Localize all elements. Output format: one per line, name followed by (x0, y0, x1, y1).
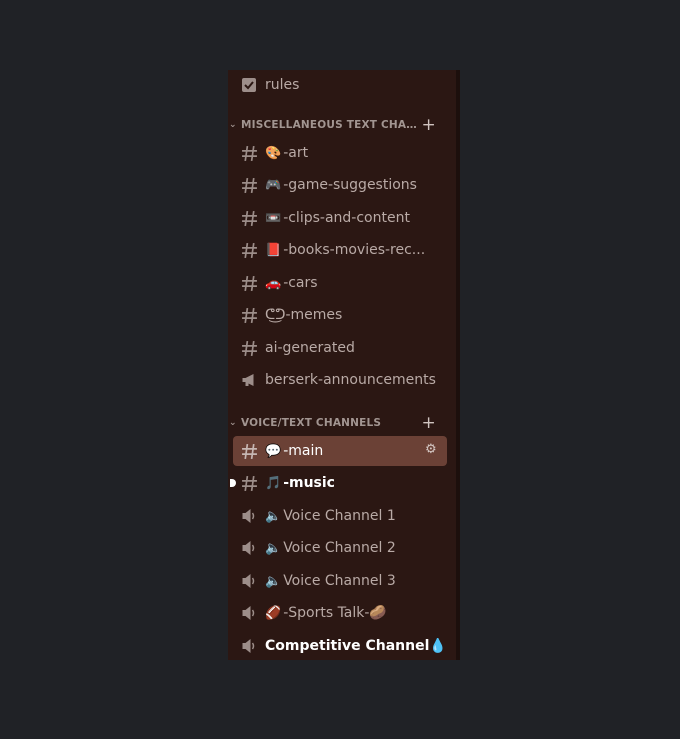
channel-label: -clips-and-content (283, 210, 410, 226)
channel-emoji: 🎨 (265, 145, 282, 161)
speaker-icon (238, 540, 260, 556)
unread-indicator (230, 479, 236, 487)
channel-rules[interactable]: rules (233, 70, 447, 100)
hashtag-icon (238, 210, 260, 227)
hashtag-icon (238, 275, 260, 292)
category-misc-text-channels[interactable]: ⌄ MISCELLANEOUS TEXT CHANN... + (228, 115, 454, 135)
channel-sidebar: rules ⌄ MISCELLANEOUS TEXT CHANN... + 🎨 … (228, 70, 460, 660)
channel-label: ᕦ͜ᕤ-memes (265, 307, 343, 323)
hashtag-icon (238, 177, 260, 194)
channel-label: -game-suggestions (283, 177, 417, 193)
category-voice-text-channels[interactable]: ⌄ VOICE/TEXT CHANNELS + (228, 413, 454, 433)
channel-emoji: 🎮 (265, 177, 282, 193)
channel-emoji: 📼 (265, 210, 282, 226)
channel-cars[interactable]: 🚗 -cars (233, 268, 447, 298)
hashtag-icon (238, 443, 260, 460)
channel-ai-generated[interactable]: ai-generated (233, 333, 447, 363)
chevron-down-icon: ⌄ (229, 120, 237, 130)
speaker-icon (238, 605, 260, 621)
hashtag-icon (238, 307, 260, 324)
channel-emoji: 🎵 (265, 475, 282, 491)
channel-main[interactable]: 💬 -main ⚙ (233, 436, 447, 466)
gear-icon[interactable]: ⚙ (425, 443, 439, 457)
speaker-icon (238, 638, 260, 654)
channel-label: -main (283, 443, 324, 459)
channel-label: Competitive Channel💧 (265, 638, 447, 654)
channel-label: berserk-announcements (265, 372, 436, 388)
channel-emoji: 🔈 (265, 540, 282, 556)
channel-voice-2[interactable]: 🔈 Voice Channel 2 (233, 533, 447, 563)
channel-label: Voice Channel 3 (283, 573, 396, 589)
channel-art[interactable]: 🎨 -art (233, 138, 447, 168)
channel-memes[interactable]: ᕦ͜ᕤ-memes (233, 300, 447, 330)
channel-label: -cars (283, 275, 318, 291)
channel-label: Voice Channel 1 (283, 508, 396, 524)
channel-label: -books-movies-rec... (283, 242, 426, 258)
channel-label: -Sports Talk-🥔 (283, 605, 387, 621)
channel-label: -art (283, 145, 309, 161)
channel-voice-3[interactable]: 🔈 Voice Channel 3 (233, 566, 447, 596)
add-channel-icon[interactable]: + (422, 115, 436, 135)
channel-books-movies-rec[interactable]: 📕 -books-movies-rec... (233, 235, 447, 265)
channel-competitive[interactable]: Competitive Channel💧 (233, 631, 447, 660)
hashtag-icon (238, 145, 260, 162)
channel-emoji: 🏈 (265, 605, 282, 621)
chevron-down-icon: ⌄ (229, 418, 237, 428)
megaphone-icon (238, 372, 260, 388)
add-channel-icon[interactable]: + (422, 413, 436, 433)
channel-emoji: 🚗 (265, 275, 282, 291)
speaker-icon (238, 508, 260, 524)
hashtag-icon (238, 475, 260, 492)
channel-emoji: 🔈 (265, 573, 282, 589)
channel-voice-1[interactable]: 🔈 Voice Channel 1 (233, 501, 447, 531)
channel-label: ai-generated (265, 340, 355, 356)
channel-emoji: 💬 (265, 443, 282, 459)
channel-sports-talk[interactable]: 🏈 -Sports Talk-🥔 (233, 598, 447, 628)
rules-checkbox-icon (238, 77, 260, 93)
channel-berserk-announcements[interactable]: berserk-announcements (233, 365, 447, 395)
hashtag-icon (238, 340, 260, 357)
category-label: MISCELLANEOUS TEXT CHANN... (241, 119, 421, 131)
channel-music[interactable]: 🎵 -music (230, 468, 447, 498)
channel-emoji: 🔈 (265, 508, 282, 524)
channel-clips-and-content[interactable]: 📼 -clips-and-content (233, 203, 447, 233)
channel-emoji: 📕 (265, 242, 282, 258)
channel-game-suggestions[interactable]: 🎮 -game-suggestions (233, 170, 447, 200)
channel-label: Voice Channel 2 (283, 540, 396, 556)
hashtag-icon (238, 242, 260, 259)
channel-label: -music (283, 475, 335, 491)
category-label: VOICE/TEXT CHANNELS (241, 417, 382, 429)
speaker-icon (238, 573, 260, 589)
channel-label: rules (265, 77, 300, 93)
